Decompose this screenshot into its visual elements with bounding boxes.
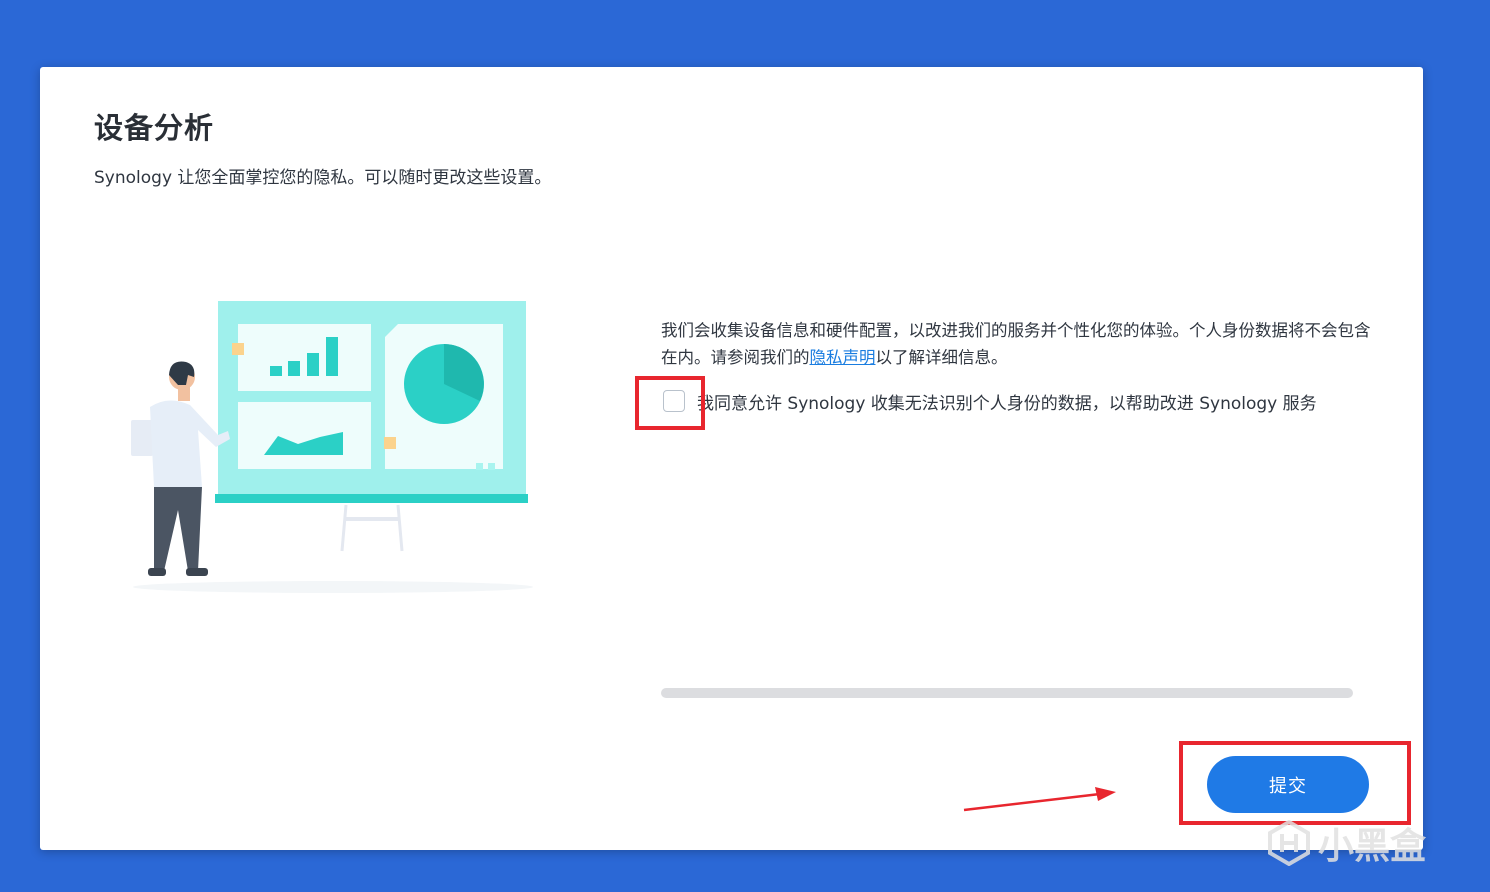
description-text: 我们会收集设备信息和硬件配置，以改进我们的服务并个性化您的体验。个人身份数据将不… — [661, 317, 1376, 371]
device-analytics-dialog: 设备分析 Synology 让您全面掌控您的隐私。可以随时更改这些设置。 我们会… — [40, 67, 1423, 850]
page-title: 设备分析 — [94, 111, 215, 145]
watermark: 小黑盒 — [1266, 818, 1426, 868]
watermark-text: 小黑盒 — [1318, 826, 1427, 867]
agree-label[interactable]: 我同意允许 Synology 收集无法识别个人身份的数据，以帮助改进 Synol… — [697, 389, 1317, 414]
red-arrow-icon — [963, 787, 1116, 812]
description-text-after: 以了解详细信息。 — [875, 348, 1008, 367]
presentation-illustration — [131, 301, 533, 593]
submit-highlight-box — [1179, 741, 1411, 825]
horizontal-scrollbar[interactable] — [661, 688, 1353, 698]
description-text-before: 我们会收集设备信息和硬件配置，以改进我们的服务并个性化您的体验。个人身份数据将不… — [661, 321, 1371, 367]
checkbox-highlight-box — [635, 376, 705, 430]
heybox-logo-icon — [1268, 820, 1310, 866]
page-subtitle: Synology 让您全面掌控您的隐私。可以随时更改这些设置。 — [94, 168, 552, 188]
privacy-statement-link[interactable]: 隐私声明 — [810, 348, 876, 367]
